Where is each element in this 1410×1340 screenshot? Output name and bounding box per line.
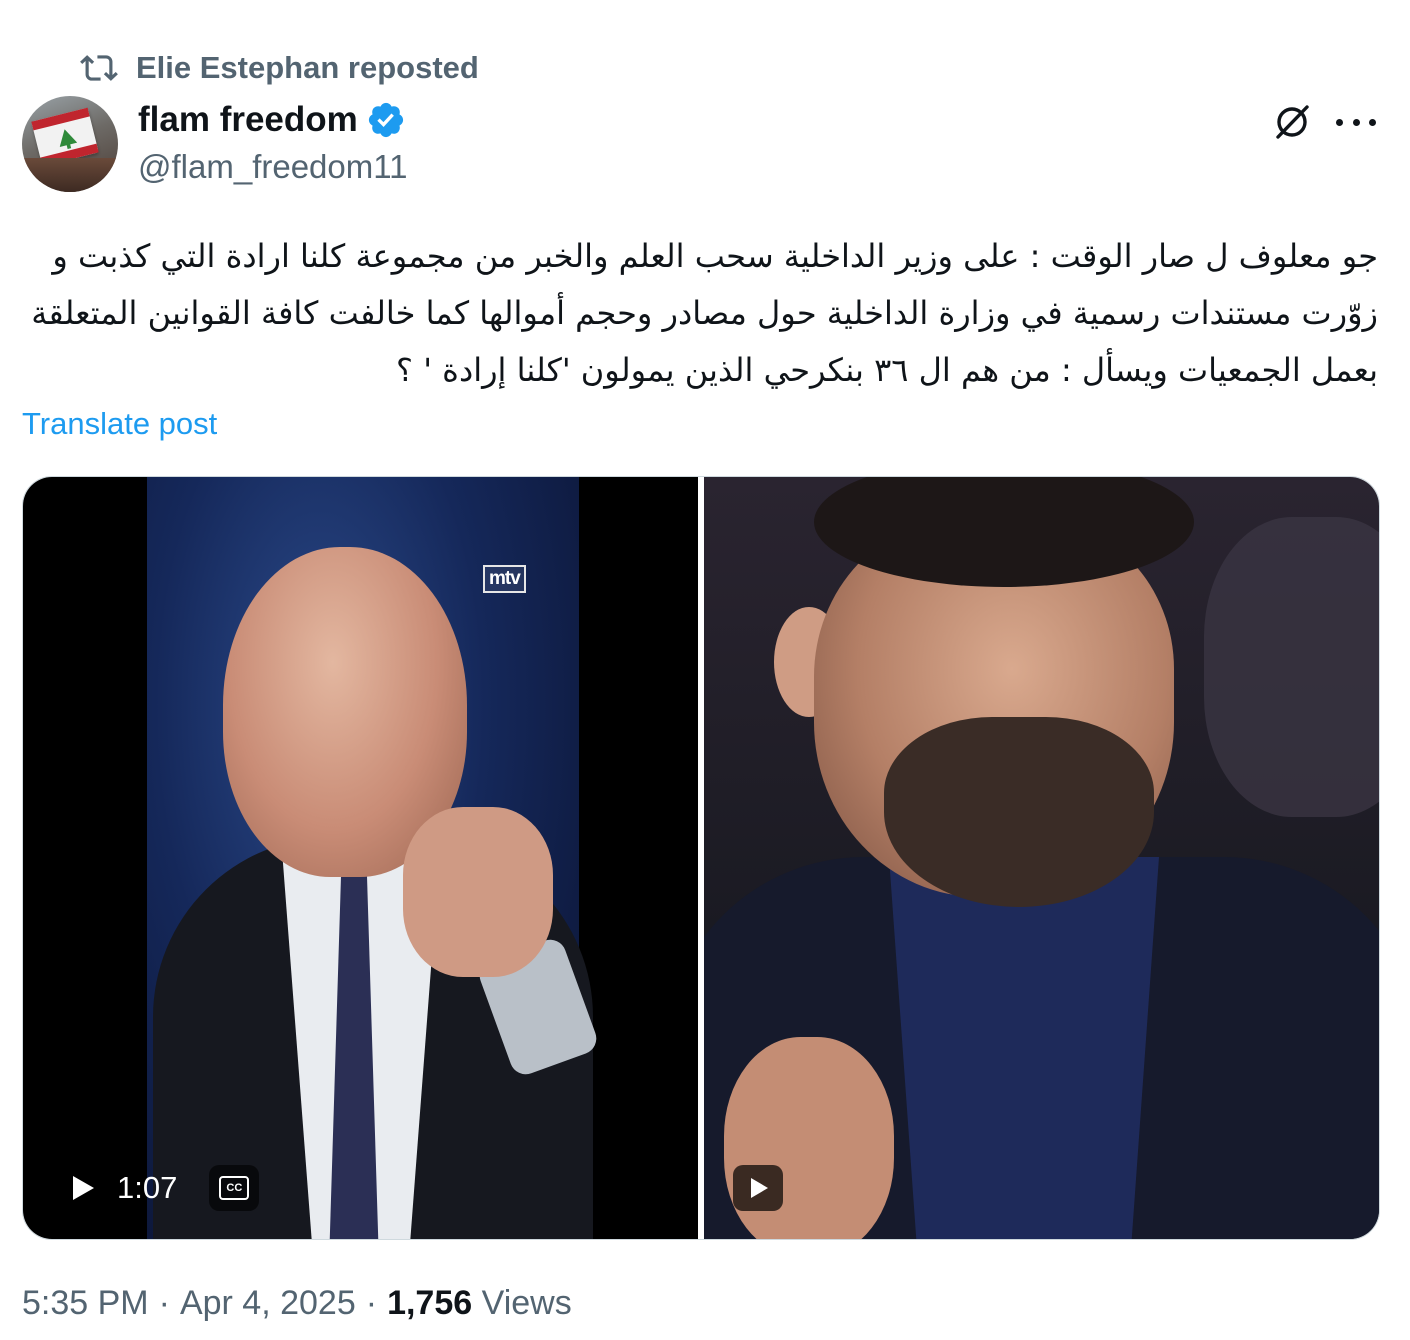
video-controls: 1:07 CC [67, 1165, 260, 1211]
video-media[interactable]: mtv 1:07 CC [22, 476, 1380, 1240]
video-duration: 1:07 [117, 1170, 178, 1205]
post-meta: 5:35 PM · Apr 4, 2025 · 1,756 Views [22, 1284, 572, 1323]
more-options-icon[interactable] [1336, 104, 1376, 140]
post-text: جو معلوف ل صار الوقت : على وزير الداخلية… [31, 237, 1378, 389]
repost-header[interactable]: Elie Estephan reposted [80, 48, 479, 88]
meta-separator: · [365, 1284, 378, 1322]
author-handle[interactable]: @flam_freedom11 [138, 148, 408, 186]
play-button[interactable] [733, 1165, 783, 1211]
mtv-watermark: mtv [483, 565, 526, 593]
post-date[interactable]: Apr 4, 2025 [180, 1284, 356, 1323]
views-label: Views [481, 1284, 572, 1322]
closed-captions-button[interactable]: CC [209, 1165, 260, 1211]
author-name-row[interactable]: flam freedom [138, 100, 406, 140]
post-time[interactable]: 5:35 PM [22, 1284, 149, 1323]
video-frame-left: mtv [23, 477, 698, 1239]
views-count: 1,756 [387, 1284, 473, 1322]
avatar-ground [22, 158, 118, 192]
cc-icon: CC [219, 1176, 250, 1200]
repost-label: Elie Estephan reposted [136, 50, 479, 85]
avatar[interactable] [22, 96, 118, 192]
play-icon[interactable] [67, 1173, 97, 1203]
views[interactable]: 1,756 Views [387, 1284, 572, 1323]
repost-icon [80, 55, 118, 81]
video-frame-right [704, 477, 1379, 1239]
grok-icon[interactable] [1270, 100, 1314, 144]
meta-separator: · [158, 1284, 170, 1322]
play-icon [751, 1178, 768, 1198]
translate-post-link[interactable]: Translate post [22, 406, 217, 442]
verified-badge-icon [368, 102, 403, 138]
author-name[interactable]: flam freedom [138, 100, 358, 140]
